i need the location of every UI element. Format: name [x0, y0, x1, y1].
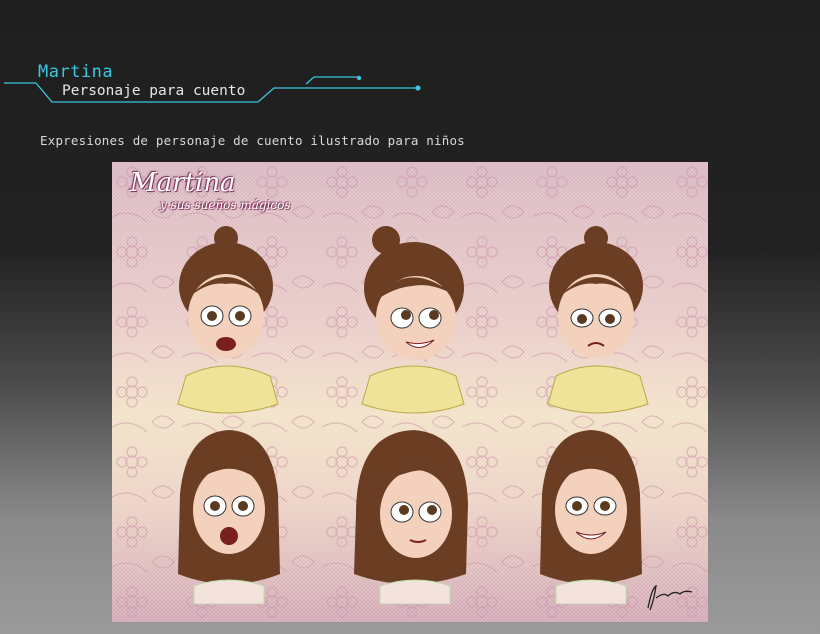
artist-signature: [647, 584, 693, 611]
expression-smiling: [361, 226, 465, 414]
expression-grinning: [540, 430, 642, 604]
artwork-logo-title: Martina: [130, 168, 236, 198]
expression-surprised: [177, 226, 279, 414]
page-title: Martina: [38, 62, 114, 82]
expression-worried: [547, 226, 649, 414]
page-header: Martina Personaje para cuento: [0, 0, 820, 140]
project-description: Expresiones de personaje de cuento ilust…: [40, 133, 465, 148]
header-decoration-lines: [4, 75, 421, 103]
page-subtitle: Personaje para cuento: [62, 83, 246, 99]
expression-calm: [354, 430, 468, 604]
expression-shocked: [178, 430, 280, 604]
artwork-logo-subtitle: y sus sueños mágicos: [160, 198, 291, 212]
character-sheet-image: Martina y sus sueños mágicos: [112, 162, 708, 622]
